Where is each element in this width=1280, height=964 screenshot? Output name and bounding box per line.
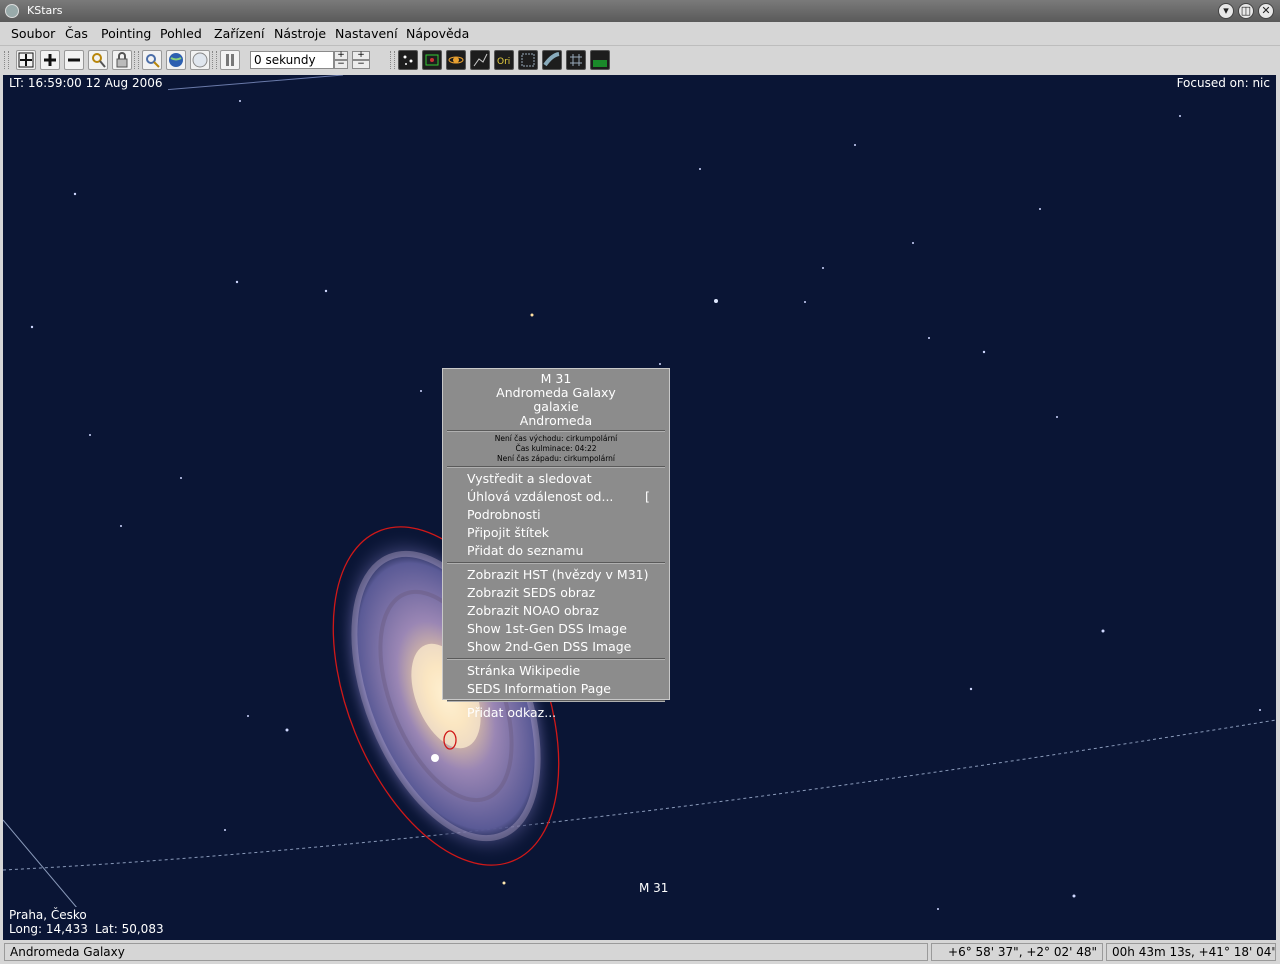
star [431,754,439,762]
toggle-constellation-lines-icon[interactable] [470,50,490,70]
longitude-display: Long: 14,433 [3,921,88,937]
menu-napoveda[interactable]: Nápověda [406,26,469,41]
status-alt-az: +6° 58' 37", +2° 02' 48" [931,943,1103,961]
zoom-to-fit-icon[interactable] [16,50,36,70]
focus-display: Focused on: nic [1170,75,1276,91]
popup-object-name: Andromeda Galaxy [496,385,616,400]
toolbar-grip[interactable] [390,51,395,69]
time-step-decrease-button[interactable]: − [334,60,348,69]
zoom-in-icon[interactable] [40,50,60,70]
menu-separator [447,700,665,702]
coordinate-system-icon[interactable] [166,50,186,70]
menu-item-add-to-list[interactable]: Přidat do seznamu [443,542,669,560]
menu-nastaveni[interactable]: Nastavení [335,26,398,41]
status-bar: Andromeda Galaxy +6° 58' 37", +2° 02' 48… [0,940,1280,964]
menu-item-show-dss1[interactable]: Show 1st-Gen DSS Image [443,620,669,638]
pause-clock-icon[interactable] [220,50,240,70]
menu-item-show-hst[interactable]: Zobrazit HST (hvězdy v M31) [443,566,669,584]
close-icon[interactable]: ✕ [1258,3,1274,19]
time-step-input[interactable]: 0 sekundy [250,51,334,69]
menu-item-attach-label[interactable]: Připojit štítek [443,524,669,542]
ecliptic-line [3,719,1276,871]
menu-item-show-dss2[interactable]: Show 2nd-Gen DSS Image [443,638,669,656]
find-object-icon[interactable] [88,50,108,70]
menu-pohled[interactable]: Pohled [160,26,202,41]
toolbar-grip[interactable] [134,51,139,69]
menu-item-details[interactable]: Podrobnosti [443,506,669,524]
toggle-stars-icon[interactable] [398,50,418,70]
toggle-coordinate-grid-icon[interactable] [566,50,586,70]
object-label: M 31 [639,881,669,895]
menu-item-shortcut: [ [645,489,650,504]
menu-soubor[interactable]: Soubor [11,26,55,41]
constellation-boundary-line [3,819,84,916]
toggle-constellation-names-icon[interactable]: Ori [494,50,514,70]
minimize-icon[interactable]: ▾ [1218,3,1234,19]
lock-icon[interactable] [112,50,132,70]
toolbar-grip[interactable] [4,51,9,69]
menu-separator [447,562,665,564]
toggle-solar-system-icon[interactable] [446,50,466,70]
status-object-name: Andromeda Galaxy [4,943,928,961]
popup-object-constellation: Andromeda [519,413,593,428]
toggle-milky-way-icon[interactable] [542,50,562,70]
title-bar: KStars ▾ ◫ ✕ [0,0,1280,22]
menu-item-seds-info[interactable]: SEDS Information Page [443,680,669,698]
menu-zarizeni[interactable]: Zařízení [214,26,264,41]
toggle-horizon-icon[interactable] [590,50,610,70]
popup-set-time: Není čas západu: cirkumpolární [496,454,616,463]
time-unit-decrease-button[interactable]: − [352,60,370,69]
main-toolbar [0,46,1280,74]
menu-separator [447,658,665,660]
menu-pointing[interactable]: Pointing [101,26,151,41]
constellation-boundary-line [162,75,344,91]
popup-rise-time: Není čas východu: cirkumpolární [494,434,618,443]
status-ra-dec: 00h 43m 13s, +41° 18' 04" [1106,943,1276,961]
toggle-deep-sky-icon[interactable] [422,50,442,70]
menu-item-angular-distance[interactable]: Úhlová vzdálenost od... [ [443,488,669,506]
zoom-out-icon[interactable] [64,50,84,70]
menu-separator [447,430,665,432]
menu-nastroje[interactable]: Nástroje [274,26,326,41]
menu-item-center-track[interactable]: Vystředit a sledovat [443,470,669,488]
svg-text:Ori: Ori [497,57,510,67]
kstars-app-icon[interactable] [5,4,19,18]
toolbar-grip[interactable] [212,51,217,69]
maximize-icon[interactable]: ◫ [1238,3,1254,19]
object-context-menu: M 31 Andromeda Galaxy galaxie Andromeda … [442,368,670,720]
menu-item-wikipedia[interactable]: Stránka Wikipedie [443,662,669,680]
center-object-icon[interactable] [142,50,162,70]
menu-cas[interactable]: Čas [65,26,88,41]
menu-item-show-seds[interactable]: Zobrazit SEDS obraz [443,584,669,602]
menu-item-show-noao[interactable]: Zobrazit NOAO obraz [443,602,669,620]
menu-item-add-link[interactable]: Přidat odkaz... [443,704,669,722]
latitude-display: Lat: 50,083 [89,921,170,937]
window-title: KStars [27,4,63,17]
popup-object-type: galaxie [533,399,579,414]
ground-toggle-icon[interactable] [190,50,210,70]
menu-item-label: Úhlová vzdálenost od... [467,489,614,504]
menu-separator [447,466,665,468]
local-time-display: LT: 16:59:00 12 Aug 2006 [3,75,169,91]
menu-bar: Soubor Čas Pointing Pohled Zařízení Nást… [0,22,1280,46]
popup-transit-time: Čas kulminace: 04:22 [515,444,597,453]
popup-object-id: M 31 [540,371,572,386]
toggle-constellation-boundaries-icon[interactable] [518,50,538,70]
